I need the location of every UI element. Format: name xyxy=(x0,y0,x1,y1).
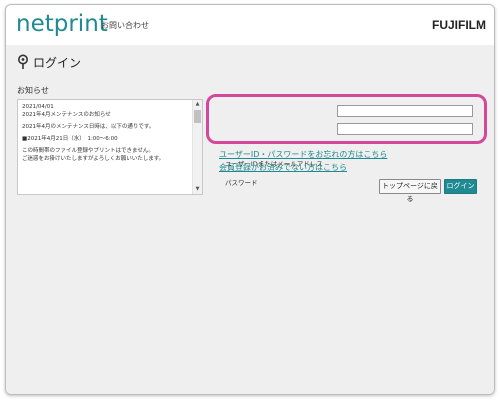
password-input[interactable] xyxy=(337,123,473,135)
notice-box[interactable]: 2021/04/01 2021年4月メンテナンスのお知らせ 2021年4月のメン… xyxy=(17,99,203,195)
location-pin-icon xyxy=(18,54,28,69)
password-label: パスワード xyxy=(225,179,258,187)
notice-line: 2021年4月のメンテナンス日時は、以下の通りです。 xyxy=(22,124,155,130)
browser-window: netprint お問い合わせ FUJIFILM ログイン お知らせ 2021/… xyxy=(5,4,495,395)
scroll-down-arrow-icon[interactable]: ▼ xyxy=(194,186,201,193)
contact-link[interactable]: お問い合わせ xyxy=(101,20,149,31)
notice-line: ご迷惑をお掛けいたしますがよろしくお願いいたします。 xyxy=(22,156,165,162)
netprint-logo[interactable]: netprint xyxy=(16,11,108,37)
back-to-top-button[interactable]: トップページに戻る xyxy=(379,179,441,203)
notice-date: 2021/04/01 xyxy=(22,104,54,110)
notice-line: ■2021年4月21日（水） 1:00〜6:00 xyxy=(22,136,118,142)
scroll-up-arrow-icon[interactable]: ▲ xyxy=(194,101,201,108)
fujifilm-logo: FUJIFILM xyxy=(432,18,486,32)
notice-scrollbar[interactable]: ▲ ▼ xyxy=(192,100,202,194)
site-header: netprint お問い合わせ FUJIFILM xyxy=(6,5,494,45)
main-content: ログイン お知らせ 2021/04/01 2021年4月メンテナンスのお知らせ … xyxy=(6,45,494,394)
user-id-input[interactable] xyxy=(337,105,473,117)
scroll-thumb[interactable] xyxy=(194,110,201,123)
page-title: ログイン xyxy=(33,56,82,70)
register-link[interactable]: 会員登録がお済みでない方はこちら xyxy=(219,162,347,173)
login-credentials-highlight: ユーザーIDまたはメールアドレス パスワード xyxy=(206,94,487,187)
forgot-credentials-link[interactable]: ユーザーID・パスワードをお忘れの方はこちら xyxy=(219,149,387,160)
notice-line: この時間帯のファイル登録やプリントはできません。 xyxy=(22,148,154,154)
notice-subject: 2021年4月メンテナンスのお知らせ xyxy=(22,112,111,118)
login-button[interactable]: ログイン xyxy=(444,179,477,194)
notice-text: 2021/04/01 2021年4月メンテナンスのお知らせ 2021年4月のメン… xyxy=(22,103,187,163)
notice-heading: お知らせ xyxy=(17,86,49,95)
